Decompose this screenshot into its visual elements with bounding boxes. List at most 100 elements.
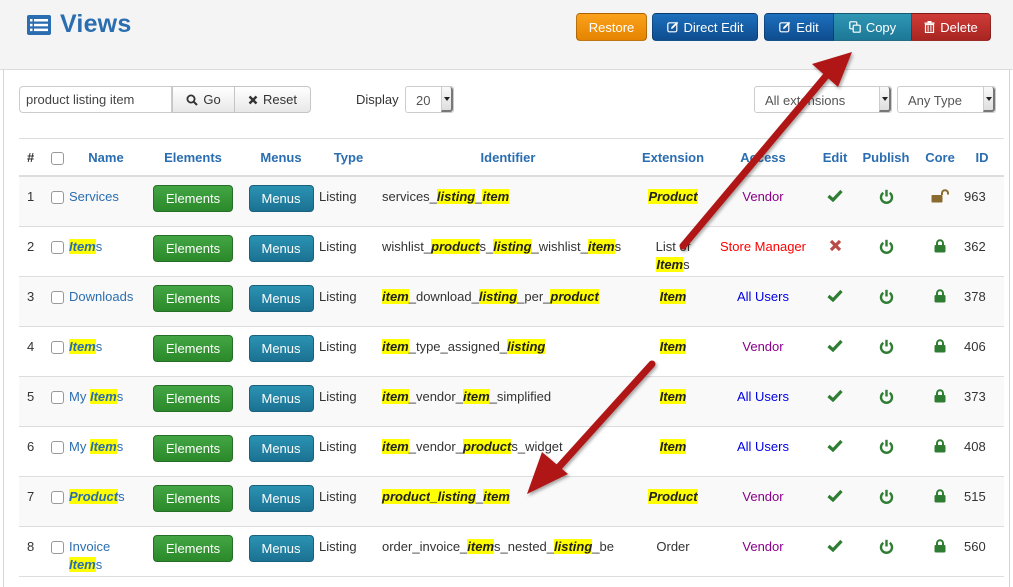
elements-button[interactable]: Elements [153,385,233,412]
column-header-type[interactable]: Type [319,138,378,177]
row-checkbox[interactable] [50,241,64,254]
copy-button[interactable]: Copy [834,13,911,41]
extension-filter-select[interactable]: All extensions [754,86,892,113]
table-row[interactable]: 5 My Items Elements Menus Listing item_vendor… [19,376,1004,427]
edit-status-toggle[interactable] [818,177,852,207]
type-cell: Listing [319,276,378,327]
row-checkbox[interactable] [50,491,64,504]
reset-button[interactable]: Reset [234,86,311,113]
row-checkbox[interactable] [50,541,64,554]
display-count-select[interactable]: 20 [405,86,454,113]
edit-status-toggle[interactable] [818,527,852,557]
elements-button[interactable]: Elements [153,235,233,262]
view-name-link[interactable]: Products [69,489,125,504]
edit-status-cell [818,226,852,277]
publish-toggle[interactable] [852,227,920,260]
column-header-name[interactable]: Name [69,138,143,177]
elements-button[interactable]: Elements [153,535,233,562]
menus-button[interactable]: Menus [248,435,314,462]
view-name-link[interactable]: Items [69,239,102,254]
core-lock-toggle[interactable] [920,227,960,258]
text-fragment: _type_assigned_ [408,339,508,354]
search-highlight: listing [478,289,518,304]
restore-button[interactable]: Restore [576,13,647,41]
menus-cell: Menus [243,426,319,477]
search-highlight: _ [430,489,438,504]
menus-button[interactable]: Menus [248,185,314,212]
table-row[interactable]: 3 Downloads Elements Menus Listing item_downl… [19,276,1004,327]
menus-button[interactable]: Menus [248,385,314,412]
view-name-link[interactable]: My Items [69,389,123,404]
core-lock-toggle[interactable] [920,427,960,458]
column-header-id[interactable]: ID [960,138,1004,177]
edit-status-toggle[interactable] [818,327,852,357]
column-header-menus: Menus [243,138,319,177]
core-lock-toggle[interactable] [920,527,960,558]
display-count-value: 20 [416,93,431,108]
elements-button[interactable]: Elements [153,285,233,312]
publish-toggle[interactable] [852,427,920,460]
menus-button[interactable]: Menus [248,335,314,362]
view-name-link[interactable]: Downloads [69,289,133,304]
menus-button[interactable]: Menus [248,485,314,512]
elements-button[interactable]: Elements [153,335,233,362]
row-checkbox[interactable] [50,341,64,354]
menus-button[interactable]: Menus [248,285,314,312]
edit-status-toggle[interactable] [818,477,852,507]
core-lock-toggle[interactable] [920,377,960,408]
type-filter-select[interactable]: Any Type [897,86,996,113]
elements-button[interactable]: Elements [153,185,233,212]
search-highlight: item [462,389,490,404]
view-name-link[interactable]: Services [69,189,119,204]
elements-button[interactable]: Elements [153,485,233,512]
elements-button[interactable]: Elements [153,435,233,462]
menus-button[interactable]: Menus [248,235,314,262]
access-level: All Users [736,439,789,454]
publish-toggle[interactable] [852,277,920,310]
core-lock-toggle[interactable] [920,477,960,508]
edit-status-toggle[interactable] [818,377,852,407]
view-name-link[interactable]: Items [69,339,102,354]
publish-toggle[interactable] [852,377,920,410]
row-checkbox[interactable] [50,291,64,304]
extension-filter-value: All extensions [765,93,846,108]
publish-toggle[interactable] [852,327,920,360]
delete-button[interactable]: Delete [911,13,991,41]
table-row[interactable]: 8 Invoice Items Elements Menus Listing order_… [19,526,1004,577]
go-button[interactable]: Go [172,86,235,113]
search-input[interactable] [19,86,172,113]
core-lock-toggle[interactable] [920,327,960,358]
column-header-identifier[interactable]: Identifier [378,138,638,177]
core-lock-toggle[interactable] [920,277,960,308]
column-header-publish[interactable]: Publish [852,138,920,177]
view-name-link[interactable]: My Items [69,439,123,454]
edit-button[interactable]: Edit [764,13,834,41]
table-row[interactable]: 1 Services Elements Menus Listing services_li… [19,176,1004,227]
table-row[interactable]: 6 My Items Elements Menus Listing item_vendor… [19,426,1004,477]
table-row[interactable]: 4 Items Elements Menus Listing item_type_assi… [19,326,1004,377]
id-cell: 963 [960,176,1004,227]
table-row[interactable]: 7 Products Elements Menus Listing product_lis… [19,476,1004,527]
core-lock-toggle[interactable] [920,177,960,208]
view-id: 408 [964,439,986,454]
publish-toggle[interactable] [852,527,920,560]
edit-status-toggle[interactable] [818,427,852,457]
select-all-checkbox[interactable] [50,151,64,165]
view-name-link[interactable]: Invoice Items [69,539,110,572]
table-row[interactable]: 2 Items Elements Menus Listing wishlist_produ… [19,226,1004,277]
column-header-core[interactable]: Core [920,138,960,177]
direct-edit-button[interactable]: Direct Edit [652,13,758,41]
row-checkbox[interactable] [50,391,64,404]
edit-status-toggle[interactable] [818,227,852,257]
identifier-cell: item_type_assigned_listing [378,326,638,377]
name-cell: Items [69,226,143,277]
id-cell: 362 [960,226,1004,277]
publish-toggle[interactable] [852,177,920,210]
row-checkbox[interactable] [50,441,64,454]
edit-status-toggle[interactable] [818,277,852,307]
menus-button[interactable]: Menus [248,535,314,562]
column-header-extension[interactable]: Extension [638,138,708,177]
publish-toggle[interactable] [852,477,920,510]
row-checkbox[interactable] [50,191,64,204]
column-header-access[interactable]: Access [708,138,818,177]
